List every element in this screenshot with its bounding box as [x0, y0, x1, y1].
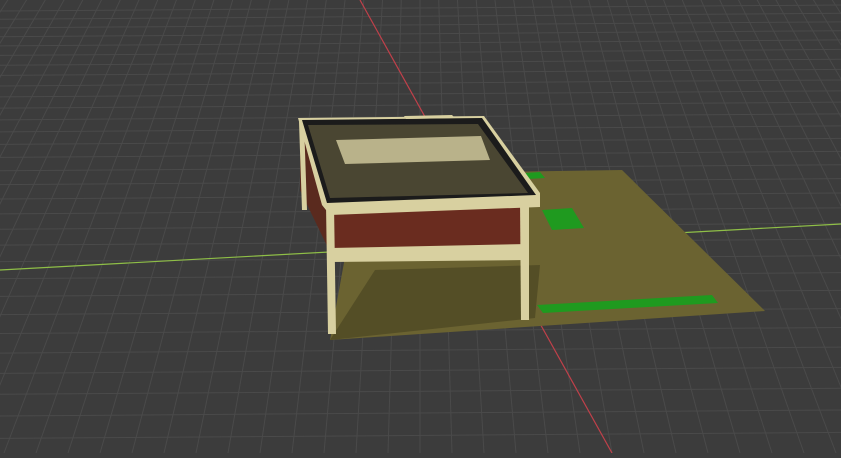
3d-viewport[interactable] [0, 0, 841, 454]
building-column-right [520, 200, 529, 320]
viewport-canvas[interactable] [0, 0, 841, 454]
building-roof-box [336, 136, 490, 164]
